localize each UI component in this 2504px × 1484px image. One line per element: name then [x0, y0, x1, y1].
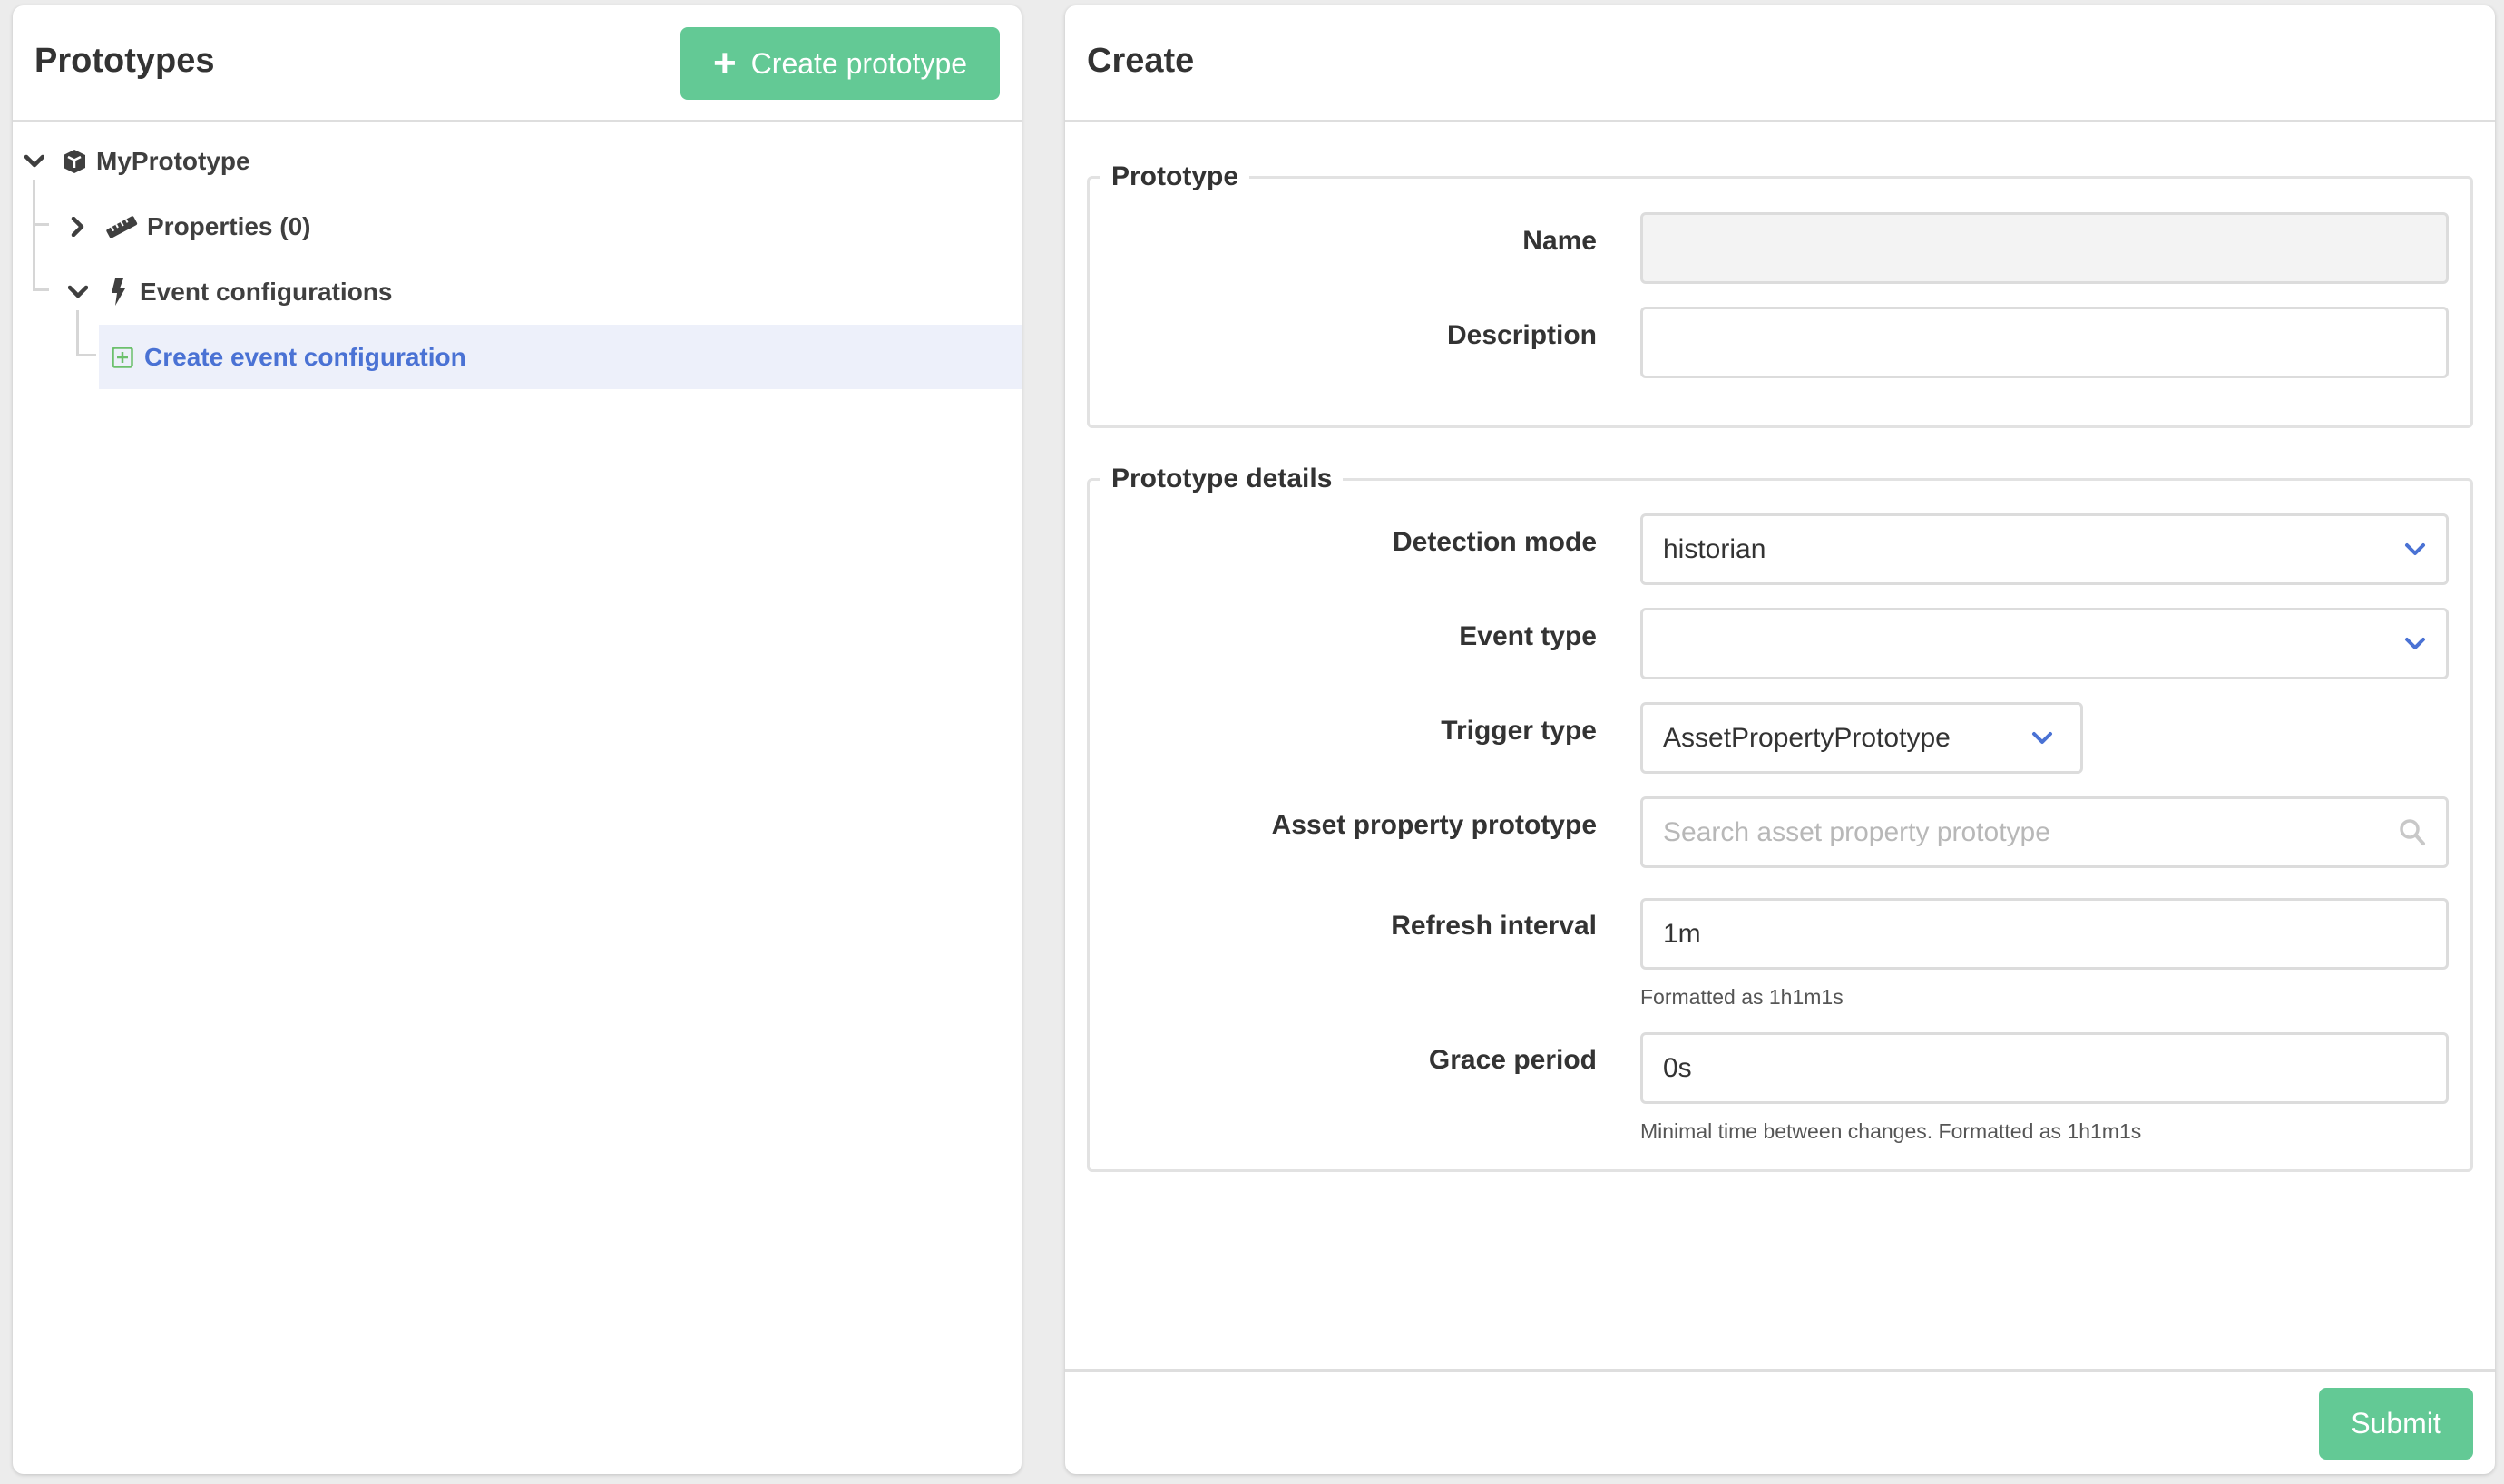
- tree-node-event-configurations[interactable]: Event configurations: [65, 259, 392, 324]
- ruler-icon: [103, 212, 140, 241]
- tree-node-label: Event configurations: [140, 277, 393, 306]
- plus-square-icon: [108, 343, 137, 372]
- description-input[interactable]: [1640, 307, 2449, 378]
- chevron-down-icon: [2404, 637, 2426, 651]
- tree-node-create-event-configuration[interactable]: Create event configuration: [99, 325, 1022, 389]
- trigger-type-select[interactable]: AssetPropertyPrototype: [1640, 702, 2083, 774]
- name-label: Name: [1522, 226, 1597, 256]
- bolt-icon: [103, 278, 132, 307]
- tree-connector: [33, 223, 49, 226]
- create-title: Create: [1087, 42, 1195, 80]
- prototypes-title: Prototypes: [34, 42, 215, 80]
- tree-node-label: Properties (0): [147, 211, 311, 240]
- prototype-details-legend: Prototype details: [1111, 464, 1333, 493]
- chevron-down-icon[interactable]: [22, 149, 47, 174]
- create-prototype-label: Create prototype: [750, 46, 968, 80]
- tree-connector: [33, 288, 49, 291]
- tree-node-properties[interactable]: Properties (0): [65, 194, 311, 259]
- submit-button[interactable]: Submit: [2319, 1388, 2473, 1460]
- event-type-select[interactable]: [1640, 608, 2449, 679]
- grace-period-value: 0s: [1663, 1052, 1692, 1083]
- chevron-down-icon[interactable]: [65, 279, 91, 305]
- chevron-down-icon: [2031, 731, 2053, 746]
- grace-period-help: Minimal time between changes. Formatted …: [1640, 1119, 2142, 1143]
- tree-node-myprototype[interactable]: MyPrototype: [22, 129, 250, 193]
- chevron-down-icon: [2404, 542, 2426, 557]
- tree-node-label: Create event configuration: [144, 342, 466, 371]
- asset-property-prototype-search[interactable]: Search asset property prototype: [1640, 796, 2449, 868]
- grace-period-input[interactable]: 0s: [1640, 1032, 2449, 1104]
- prototype-legend: Prototype: [1111, 161, 1239, 191]
- prototypes-panel: Prototypes + Create prototype MyPrototyp…: [13, 5, 1022, 1474]
- chevron-right-icon[interactable]: [65, 214, 91, 239]
- description-label: Description: [1446, 320, 1597, 350]
- event-type-label: Event type: [1459, 621, 1597, 651]
- search-icon: [2399, 818, 2426, 847]
- detection-mode-value: historian: [1663, 533, 1766, 564]
- grace-period-label: Grace period: [1428, 1045, 1597, 1075]
- trigger-type-value: AssetPropertyPrototype: [1663, 722, 1951, 753]
- refresh-interval-help: Formatted as 1h1m1s: [1640, 985, 1844, 1009]
- name-input[interactable]: [1640, 212, 2449, 284]
- tree-connector: [33, 180, 35, 290]
- refresh-interval-input[interactable]: 1m: [1640, 898, 2449, 970]
- trigger-type-label: Trigger type: [1441, 716, 1597, 746]
- cube-icon: [60, 147, 89, 176]
- plus-icon: +: [712, 41, 737, 85]
- tree-node-label: MyPrototype: [96, 146, 250, 175]
- prototypes-panel-header: Prototypes + Create prototype: [13, 5, 1022, 122]
- create-panel: Create Prototype Name Description Protot…: [1065, 5, 2495, 1474]
- detection-mode-label: Detection mode: [1392, 527, 1597, 557]
- create-panel-header: Create: [1065, 5, 2495, 122]
- create-prototype-button[interactable]: + Create prototype: [680, 27, 1000, 100]
- refresh-interval-label: Refresh interval: [1391, 911, 1597, 941]
- detection-mode-select[interactable]: historian: [1640, 513, 2449, 585]
- asset-property-prototype-placeholder: Search asset property prototype: [1663, 816, 2050, 847]
- asset-property-prototype-label: Asset property prototype: [1271, 810, 1597, 840]
- footer-divider: [1065, 1369, 2495, 1372]
- prototype-fieldset: Prototype: [1087, 161, 2473, 428]
- tree-connector: [76, 354, 96, 356]
- refresh-interval-value: 1m: [1663, 918, 1701, 949]
